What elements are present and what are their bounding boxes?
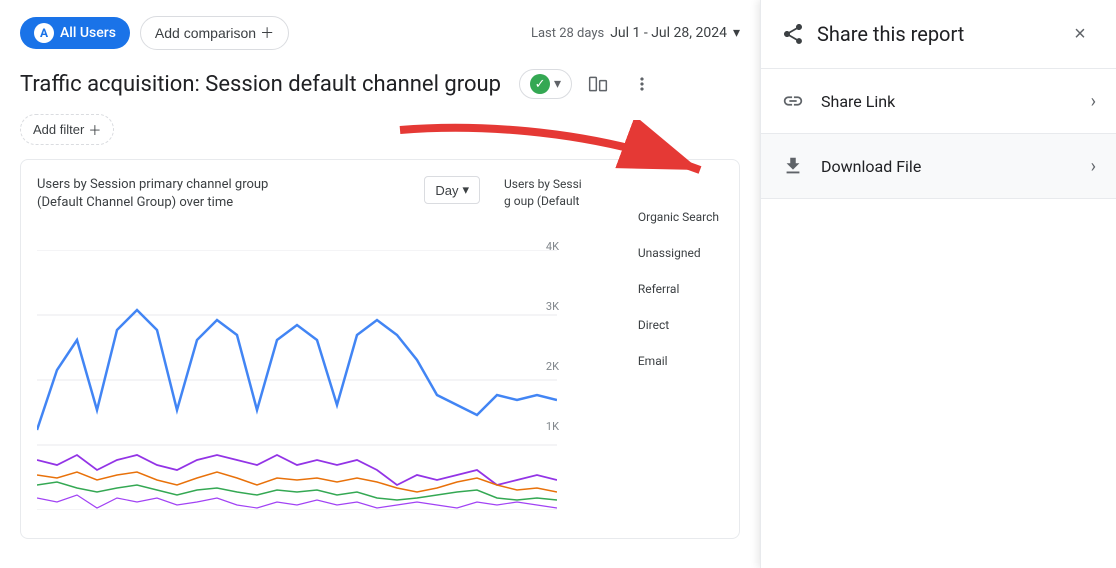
chevron-down-icon: ▾ <box>462 182 469 198</box>
top-bar: A All Users Add comparison ＋ Last 28 day… <box>20 16 740 50</box>
link-icon <box>781 89 805 113</box>
title-actions: ✓ ▾ <box>519 66 660 102</box>
download-file-label: Download File <box>821 157 1075 176</box>
share-panel-header: Share this report × <box>761 0 1116 69</box>
day-selector-button[interactable]: Day ▾ <box>424 176 480 204</box>
chart-header: Users by Session primary channel group (… <box>37 176 723 212</box>
legend-direct: Direct <box>638 318 719 332</box>
share-link-item[interactable]: Share Link › <box>761 69 1116 134</box>
chart-legend: Organic Search Unassigned Referral Direc… <box>638 210 719 390</box>
compare-icon-button[interactable] <box>580 66 616 102</box>
share-panel-title: Share this report <box>817 22 1052 46</box>
chart-container: Users by Session primary channel group (… <box>20 159 740 539</box>
status-check-button[interactable]: ✓ ▾ <box>519 69 572 99</box>
column-header: Users by Sessi g oup (Default <box>504 176 582 210</box>
all-users-label: All Users <box>60 25 116 41</box>
share-link-chevron-icon: › <box>1091 91 1096 112</box>
chevron-down-icon: ▾ <box>733 25 740 41</box>
add-comparison-label: Add comparison <box>155 25 256 41</box>
avatar: A <box>34 23 54 43</box>
download-icon <box>781 154 805 178</box>
chevron-down-icon: ▾ <box>554 76 561 92</box>
close-icon: × <box>1074 23 1086 46</box>
plus-icon: ＋ <box>88 120 101 139</box>
close-panel-button[interactable]: × <box>1064 18 1096 50</box>
add-filter-button[interactable]: Add filter ＋ <box>20 114 114 145</box>
all-users-chip[interactable]: A All Users <box>20 17 130 49</box>
check-circle-icon: ✓ <box>530 74 550 94</box>
share-panel: Share this report × Share Link › Downloa… <box>760 0 1116 568</box>
add-filter-label: Add filter <box>33 122 84 137</box>
download-file-item[interactable]: Download File › <box>761 134 1116 199</box>
legend-organic-search: Organic Search <box>638 210 719 224</box>
legend-unassigned: Unassigned <box>638 246 719 260</box>
main-content: A All Users Add comparison ＋ Last 28 day… <box>0 0 760 568</box>
line-chart <box>37 250 557 510</box>
legend-referral: Referral <box>638 282 719 296</box>
more-options-icon-button[interactable] <box>624 66 660 102</box>
share-icon <box>781 22 805 46</box>
share-link-label: Share Link <box>821 92 1075 111</box>
date-range-value: Jul 1 - Jul 28, 2024 <box>610 25 727 41</box>
add-comparison-button[interactable]: Add comparison ＋ <box>140 16 289 50</box>
legend-email: Email <box>638 354 719 368</box>
plus-icon: ＋ <box>260 23 274 43</box>
last-days-label: Last 28 days <box>531 26 604 41</box>
report-title-row: Traffic acquisition: Session default cha… <box>20 66 740 102</box>
download-file-chevron-icon: › <box>1091 156 1096 177</box>
report-title: Traffic acquisition: Session default cha… <box>20 72 501 97</box>
chart-title: Users by Session primary channel group (… <box>37 176 268 212</box>
date-range-selector[interactable]: Last 28 days Jul 1 - Jul 28, 2024 ▾ <box>531 25 740 41</box>
